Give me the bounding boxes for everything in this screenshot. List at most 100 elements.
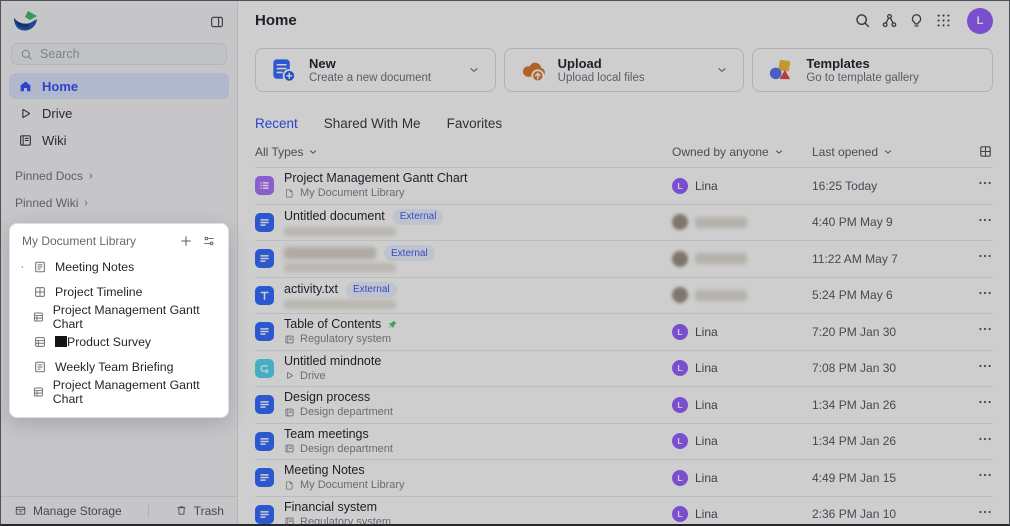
- chevdown-icon: [715, 63, 729, 77]
- grid-view-icon: [978, 144, 993, 159]
- tab-recent[interactable]: Recent: [255, 116, 298, 131]
- lightbulb-icon: [908, 12, 925, 29]
- templates-card[interactable]: Templates Go to template gallery: [752, 48, 993, 92]
- row-more-button[interactable]: [977, 467, 993, 483]
- tablefile-icon: [33, 335, 47, 349]
- row-more-button[interactable]: [977, 431, 993, 447]
- table-row[interactable]: activity.txtExternal 5:24 PM May 6: [255, 277, 993, 314]
- more-icon: [977, 212, 993, 228]
- lightbulb-button[interactable]: [908, 12, 925, 29]
- table-row[interactable]: Project Management Gantt Chart My Docume…: [255, 167, 993, 204]
- table-row[interactable]: Table of Contents Regulatory system LLin…: [255, 313, 993, 350]
- more-icon: [977, 431, 993, 447]
- search-input[interactable]: Search: [11, 43, 227, 65]
- filter-owner[interactable]: Owned by anyone: [672, 145, 812, 159]
- owner-name: Lina: [695, 361, 718, 375]
- filter-all-types[interactable]: All Types: [255, 145, 672, 159]
- last-opened-time: 4:49 PM Jan 15: [812, 471, 952, 485]
- document-title: Table of Contents: [284, 318, 381, 331]
- sidebar-footer: Manage Storage Trash: [1, 496, 237, 524]
- upload-card[interactable]: Upload Upload local files: [504, 48, 745, 92]
- main-area: Home L New Create a new document Upload …: [238, 1, 1009, 524]
- new-card[interactable]: New Create a new document: [255, 48, 496, 92]
- owner-avatar: L: [672, 324, 688, 340]
- share-button[interactable]: [881, 12, 898, 29]
- table-row[interactable]: Untitled documentExternal 4:40 PM May 9: [255, 204, 993, 241]
- row-more-button[interactable]: [977, 358, 993, 374]
- library-item[interactable]: Meeting Notes: [20, 254, 218, 279]
- library-title: My Document Library: [22, 234, 136, 248]
- redacted-avatar: [672, 214, 688, 230]
- card-subtitle: Upload local files: [558, 71, 645, 85]
- gantt-file-icon: [257, 178, 272, 193]
- library-item-label: Project Management Gantt Chart: [53, 378, 218, 406]
- chevron-down-icon[interactable]: [467, 63, 481, 77]
- document-location: Design department: [300, 443, 393, 455]
- row-more-button[interactable]: [977, 248, 993, 264]
- row-more-button[interactable]: [977, 321, 993, 337]
- sidebar-item-wiki[interactable]: Wiki: [9, 127, 229, 153]
- trash-label: Trash: [194, 504, 224, 518]
- library-add-button[interactable]: [179, 234, 193, 248]
- apps-button[interactable]: [935, 12, 952, 29]
- mindnote-file-icon: [257, 361, 272, 376]
- owner-avatar: L: [672, 178, 688, 194]
- library-settings-button[interactable]: [202, 234, 216, 248]
- redacted-avatar: [672, 287, 688, 303]
- card-title: New: [309, 56, 431, 71]
- table-row[interactable]: Financial system Regulatory system LLina…: [255, 496, 993, 524]
- more-icon: [977, 321, 993, 337]
- file-type-icon: [255, 505, 274, 524]
- chevdown-icon: [467, 63, 481, 77]
- expand-caret-icon[interactable]: [20, 262, 33, 272]
- tablefile-icon: [32, 385, 45, 399]
- section-pinned-wiki[interactable]: Pinned Wiki: [15, 196, 223, 210]
- sidebar-item-drive[interactable]: Drive: [9, 100, 229, 126]
- file-type-icon: [255, 359, 274, 378]
- docfile-icon: [33, 260, 47, 274]
- tab-shared-with-me[interactable]: Shared With Me: [324, 116, 421, 131]
- library-item-label: Meeting Notes: [55, 260, 134, 274]
- view-toggle-button[interactable]: [978, 144, 993, 159]
- sidebar-toggle-button[interactable]: [209, 14, 225, 30]
- search-button[interactable]: [854, 12, 871, 29]
- chevron-down-icon: [307, 146, 319, 158]
- library-item[interactable]: Project Timeline: [20, 279, 218, 304]
- avatar-initial: L: [977, 15, 984, 27]
- chevron-down-icon[interactable]: [715, 63, 729, 77]
- card-subtitle: Create a new document: [309, 71, 431, 85]
- card-title: Templates: [806, 56, 919, 71]
- library-item[interactable]: Product Survey: [20, 329, 218, 354]
- manage-storage-button[interactable]: Manage Storage: [14, 504, 122, 518]
- row-more-button[interactable]: [977, 285, 993, 301]
- owner-name: Lina: [695, 471, 718, 485]
- table-row[interactable]: Untitled mindnote Drive LLina 7:08 PM Ja…: [255, 350, 993, 387]
- trash-button[interactable]: Trash: [175, 504, 224, 518]
- row-more-button[interactable]: [977, 175, 993, 191]
- library-item[interactable]: Weekly Team Briefing: [20, 354, 218, 379]
- row-more-button[interactable]: [977, 394, 993, 410]
- sidebar-item-home[interactable]: Home: [9, 73, 229, 99]
- table-row[interactable]: Design process Design department LLina 1…: [255, 386, 993, 423]
- more-icon: [977, 504, 993, 520]
- table-row[interactable]: Team meetings Design department LLina 1:…: [255, 423, 993, 460]
- document-title: Financial system: [284, 501, 377, 514]
- templates-icon: [767, 57, 794, 84]
- sliders-icon: [202, 234, 216, 248]
- filter-sort[interactable]: Last opened: [812, 145, 952, 159]
- row-more-button[interactable]: [977, 212, 993, 228]
- library-item[interactable]: Project Management Gantt Chart: [20, 379, 218, 404]
- table-row[interactable]: External 11:22 AM May 7: [255, 240, 993, 277]
- sidebar-item-label: Wiki: [42, 133, 67, 148]
- card-subtitle: Go to template gallery: [806, 71, 919, 85]
- row-more-button[interactable]: [977, 504, 993, 520]
- table-row[interactable]: Meeting Notes My Document Library LLina …: [255, 459, 993, 496]
- document-location: Regulatory system: [300, 516, 391, 524]
- section-pinned-docs[interactable]: Pinned Docs: [15, 169, 223, 183]
- document-location: My Document Library: [300, 187, 405, 199]
- library-item[interactable]: Project Management Gantt Chart: [20, 304, 218, 329]
- user-avatar[interactable]: L: [967, 8, 993, 34]
- chevright-icon: [81, 198, 91, 208]
- tab-favorites[interactable]: Favorites: [447, 116, 503, 131]
- filter-all-types-label: All Types: [255, 145, 303, 159]
